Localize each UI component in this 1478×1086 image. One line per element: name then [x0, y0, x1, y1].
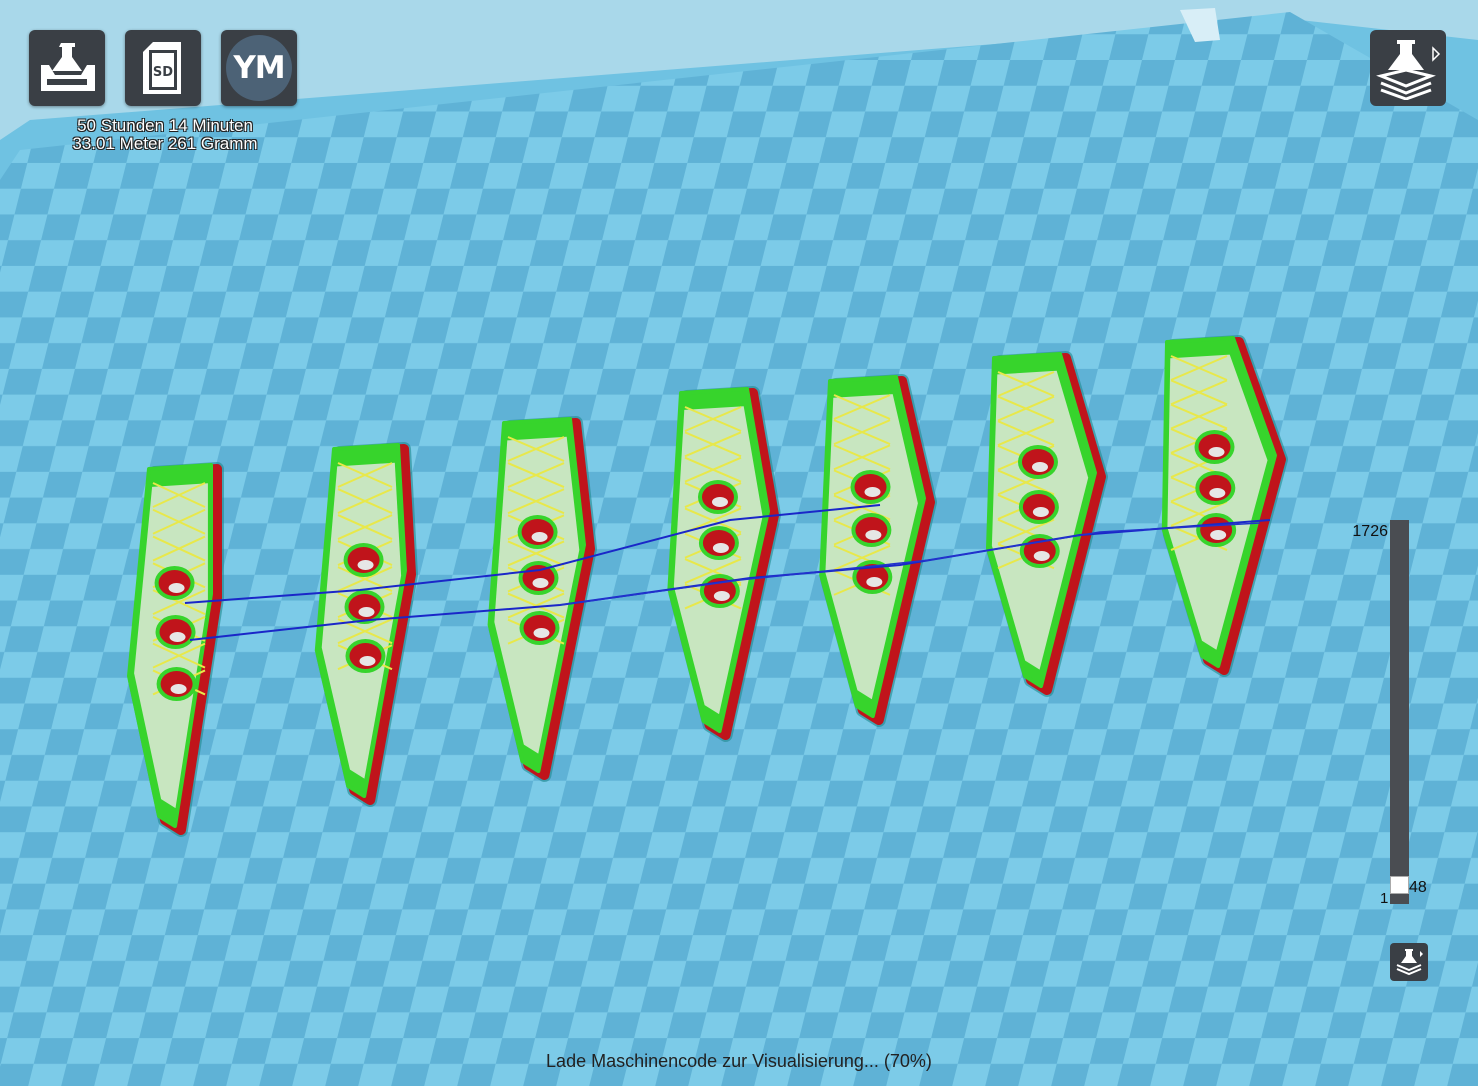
- print-stats: 50 Stunden 14 Minuten 33.01 Meter 261 Gr…: [52, 117, 278, 153]
- open-file-button[interactable]: [29, 30, 105, 106]
- sd-card-icon: SD: [143, 42, 181, 94]
- layer-view-icon: [1376, 40, 1441, 100]
- layer-max-label: 1726: [1352, 523, 1388, 540]
- layer-current-label: 48: [1409, 879, 1427, 896]
- layer-slider[interactable]: [1390, 520, 1409, 904]
- build-plate-3d-view[interactable]: [0, 0, 1478, 1086]
- layer-slider-handle[interactable]: [1390, 876, 1409, 894]
- status-message: Lade Maschinencode zur Visualisierung...…: [546, 1051, 932, 1071]
- open-file-icon: [41, 43, 95, 91]
- print-material: 33.01 Meter 261 Gramm: [72, 134, 258, 153]
- profile-avatar: YM: [226, 35, 292, 101]
- profile-button[interactable]: YM: [221, 30, 297, 106]
- layer-min-label: 1: [1380, 890, 1389, 907]
- layer-view-toggle-button[interactable]: [1390, 943, 1428, 981]
- print-time: 50 Stunden 14 Minuten: [77, 116, 253, 135]
- save-to-sd-button[interactable]: SD: [125, 30, 201, 106]
- layer-view-small-icon: [1396, 949, 1423, 976]
- sd-label: SD: [153, 65, 173, 80]
- view-mode-button[interactable]: [1370, 30, 1446, 106]
